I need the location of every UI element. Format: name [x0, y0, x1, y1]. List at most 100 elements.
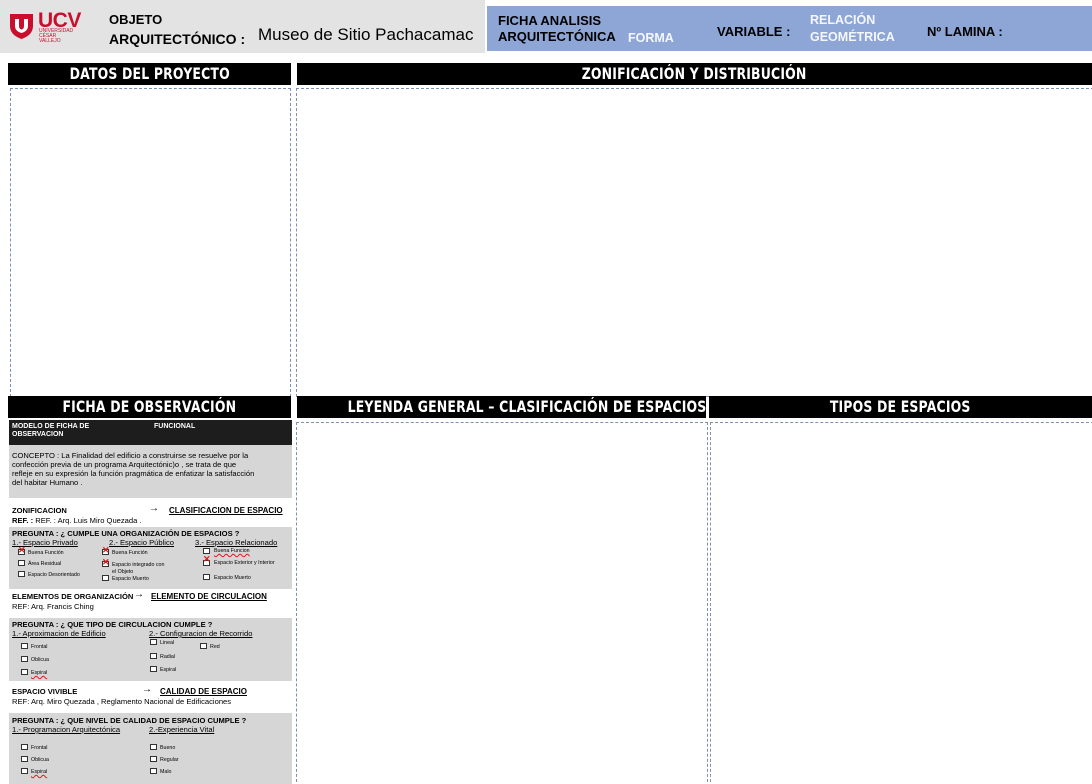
ficha-observacion: MODELO DE FICHA DE OBSERVACION FUNCIONAL… — [9, 420, 292, 784]
leyenda-title-text: LEYENDA GENERAL – CLASIFICACIÓN DE ESPAC… — [347, 397, 707, 416]
calidad-block: PREGUNTA : ¿ QUE NIVEL DE CALIDAD DE ESP… — [9, 713, 292, 784]
pregunta-1: PREGUNTA : ¿ CUMPLE UNA ORGANIZACIÓN DE … — [12, 529, 240, 538]
cal-col1-item-2: Oblicua — [31, 757, 49, 763]
checkbox[interactable] — [21, 656, 28, 662]
objeto-value: Museo de Sitio Pachacamac — [258, 25, 474, 44]
concepto-line-3: refleje en su expresión la función pragm… — [12, 469, 255, 478]
espacio-block: ESPACIO VIVIBLE → CALIDAD DE ESPACIO REF… — [9, 681, 292, 713]
x-mark-icon: ✕ — [203, 554, 211, 564]
arrow-icon: → — [149, 503, 159, 514]
pregunta-2: PREGUNTA : ¿ QUE TIPO DE CIRCULACION CUM… — [12, 620, 213, 629]
ficha-label-1: FICHA ANALISIS — [498, 13, 602, 28]
zonificacion-section-title: ZONIFICACIÓN Y DISTRIBUCIÓN — [297, 63, 1092, 85]
checkbox[interactable] — [150, 768, 157, 774]
checkbox[interactable] — [150, 653, 157, 659]
espacio-label: ESPACIO VIVIBLE — [12, 687, 78, 696]
objeto-label-1: OBJETO — [109, 12, 163, 27]
checkbox[interactable] — [21, 756, 28, 762]
concepto-block: CONCEPTO : La Finalidad del edificio a c… — [9, 445, 292, 498]
circ-col2-item-4: Espiral — [160, 667, 177, 673]
logo-subtitle: UNIVERSIDAD CÉSAR VALLEJO — [39, 29, 79, 44]
zonificacion-title-text: ZONIFICACIÓN Y DISTRIBUCIÓN — [582, 64, 807, 83]
cal-col1-item-3: Espiral — [31, 769, 48, 775]
datos-section-title: DATOS DEL PROYECTO — [8, 63, 291, 85]
col2-title: 2.- Espacio Público — [109, 538, 175, 547]
ficha-title-text: FICHA DE OBSERVACIÓN — [62, 397, 237, 416]
ficha-header: MODELO DE FICHA DE OBSERVACION FUNCIONAL — [9, 420, 292, 445]
arrow-icon: → — [134, 589, 144, 600]
circ-col2-item-1: Lineal — [160, 640, 175, 646]
col2-item-4: Espacio Muerto — [112, 576, 149, 582]
checkbox[interactable] — [21, 744, 28, 750]
concepto-line-1: CONCEPTO : La Finalidad del edificio a c… — [12, 451, 249, 460]
tipos-section-title: TIPOS DE ESPACIOS — [709, 396, 1092, 418]
elementos-ref: REF: Arq. Francis Ching — [12, 602, 94, 611]
checkbox[interactable] — [18, 571, 25, 577]
col1-item-1: Buena Función — [28, 550, 64, 556]
elementos-label: ELEMENTOS DE ORGANIZACIÓN — [12, 592, 134, 601]
checkbox[interactable] — [200, 643, 207, 649]
col3-item-2: Espacio Exterior y Interior — [214, 560, 275, 566]
datos-panel — [10, 88, 291, 397]
checkbox[interactable] — [21, 669, 28, 675]
tipos-title-text: TIPOS DE ESPACIOS — [830, 397, 971, 416]
checkbox[interactable] — [21, 643, 28, 649]
circ-col2-item-3: Radial — [160, 654, 176, 660]
ucv-logo: UCV UNIVERSIDAD CÉSAR VALLEJO — [8, 9, 88, 44]
col3-item-1: Buena Funcion — [214, 548, 250, 554]
cal-col1-item-1: Frontal — [31, 745, 48, 751]
cal-col2-item-1: Bueno — [160, 745, 176, 751]
ficha-head-left-2: OBSERVACION — [12, 431, 64, 438]
tipos-panel — [710, 422, 1092, 784]
x-mark-icon: ✕ — [18, 545, 26, 555]
zonificacion-target: CLASIFICACION DE ESPACIO — [169, 506, 283, 515]
variable-label: VARIABLE : — [717, 24, 791, 39]
circ-col2-item-2: Red — [210, 644, 220, 650]
zonificacion-ref: REF. : REF. : Arq. Luis Miro Quezada . — [12, 516, 142, 525]
cal-col2-item-2: Regular — [160, 757, 179, 763]
checkbox[interactable] — [102, 575, 109, 581]
cal-col2-title: 2.-Experiencia Vital — [149, 725, 215, 734]
elementos-target: ELEMENTO DE CIRCULACION — [151, 592, 267, 601]
x-mark-icon: ✕ — [102, 557, 110, 567]
concepto-line-2: confección previa de un programa Arquite… — [12, 460, 237, 469]
espacio-target: CALIDAD DE ESPACIO — [160, 687, 247, 696]
col3-item-3: Espacio Muerto — [214, 575, 251, 581]
objeto-label-2: ARQUITECTÓNICO : — [109, 31, 246, 47]
variable-value-2: GEOMÉTRICA — [810, 30, 895, 44]
datos-title-text: DATOS DEL PROYECTO — [69, 64, 230, 83]
checkbox[interactable] — [203, 574, 210, 580]
checkbox[interactable] — [150, 744, 157, 750]
elementos-block: ELEMENTOS DE ORGANIZACIÓN → ELEMENTO DE … — [9, 589, 292, 618]
col2-item-3: el Objeto — [112, 569, 134, 575]
leyenda-section-title: LEYENDA GENERAL – CLASIFICACIÓN DE ESPAC… — [297, 396, 706, 418]
cal-col2-item-3: Malo — [160, 769, 172, 775]
checkbox[interactable] — [21, 768, 28, 774]
circ-col2-title: 2.- Configuracion de Recorrido — [149, 629, 253, 638]
ficha-head-left-1: MODELO DE FICHA DE — [12, 423, 90, 430]
lamina-label: Nº LAMINA : — [927, 24, 1003, 39]
logo-sub-line-2: CÉSAR VALLEJO — [39, 33, 61, 44]
organizacion-block: PREGUNTA : ¿ CUMPLE UNA ORGANIZACIÓN DE … — [9, 527, 292, 589]
ficha-head-right: FUNCIONAL — [154, 423, 196, 430]
circulacion-block: PREGUNTA : ¿ QUE TIPO DE CIRCULACION CUM… — [9, 618, 292, 681]
ficha-label-2: ARQUITECTÓNICA — [498, 29, 616, 44]
circ-col1-item-2: Oblicua — [31, 657, 49, 663]
checkbox[interactable] — [18, 560, 25, 566]
circ-col1-item-3: Espiral — [31, 670, 48, 676]
cal-col1-title: 1.- Programacion Arquitectónica — [12, 725, 121, 734]
arrow-icon: → — [142, 684, 152, 695]
checkbox[interactable] — [150, 756, 157, 762]
checkbox[interactable] — [150, 666, 157, 672]
concepto-line-4: del habitar Humano . — [12, 478, 83, 487]
checkbox[interactable] — [150, 639, 157, 645]
zonificacion-block: ZONIFICACION → CLASIFICACION DE ESPACIO … — [9, 498, 292, 527]
col2-item-2: Espacio integrado con — [112, 562, 165, 568]
zonificacion-panel — [296, 88, 1092, 397]
leyenda-panel — [296, 422, 708, 784]
col1-item-2: Área Residual — [28, 561, 62, 567]
col3-title: 3.- Espacio Relacionado — [195, 538, 278, 547]
variable-value-1: RELACIÓN — [810, 13, 876, 27]
pregunta-3: PREGUNTA : ¿ QUE NIVEL DE CALIDAD DE ESP… — [12, 716, 247, 725]
col1-item-3: Espacio Desorientado — [28, 572, 80, 578]
